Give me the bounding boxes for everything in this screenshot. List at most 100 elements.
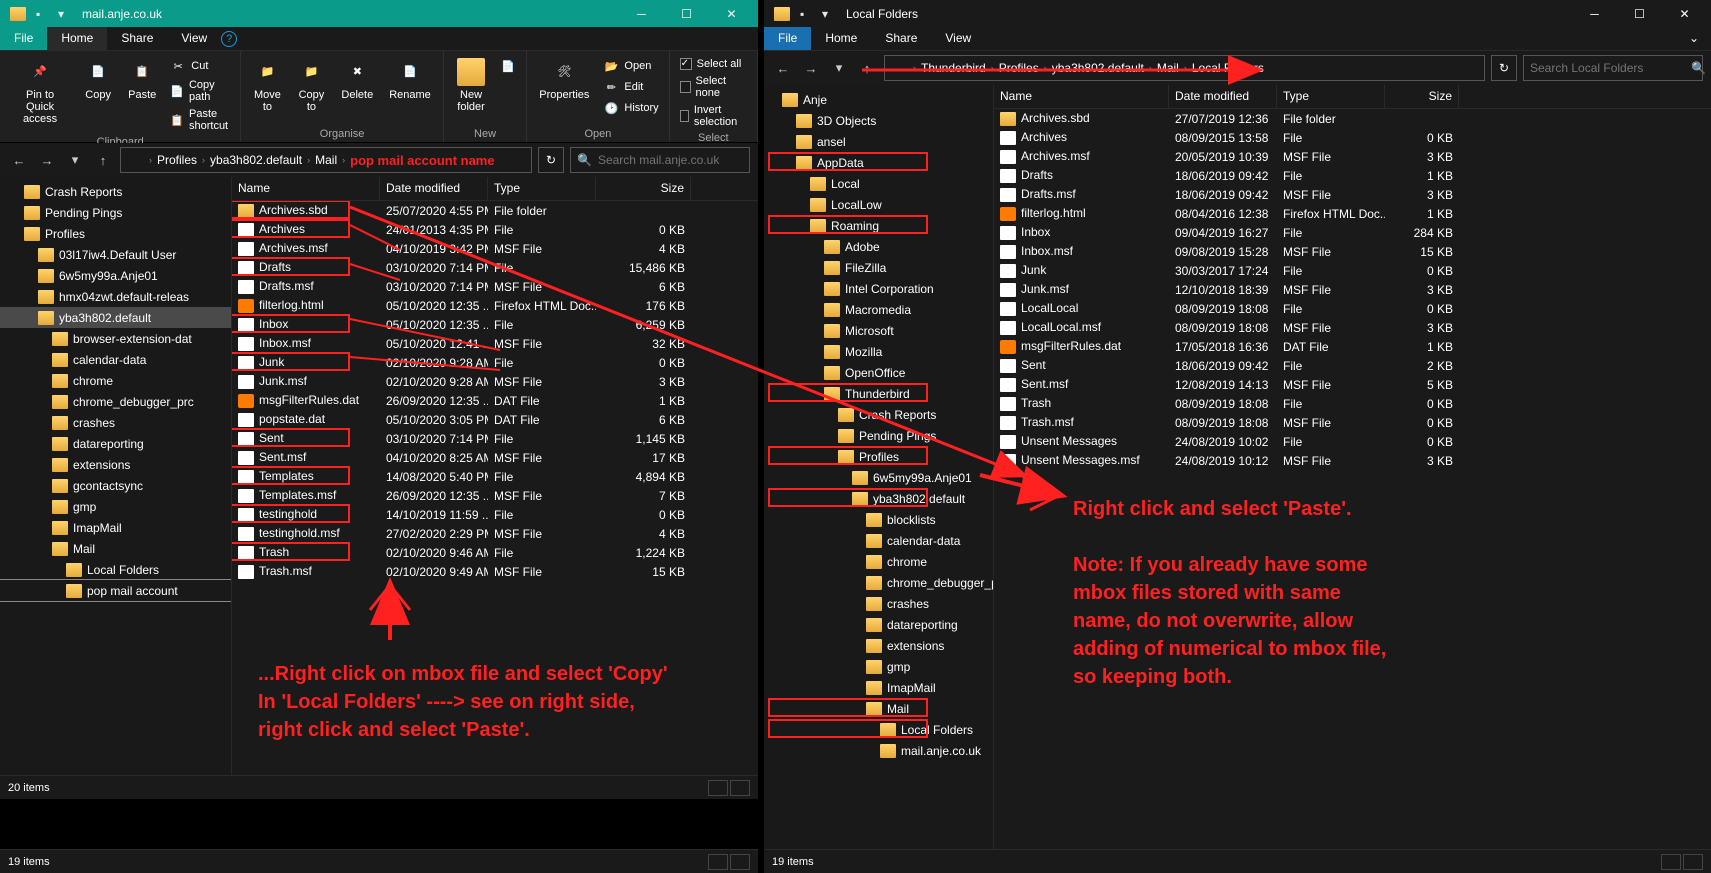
column-headers[interactable]: Name Date modified Type Size [232, 177, 758, 201]
table-row[interactable]: Trash08/09/2019 18:08File0 KB [994, 394, 1711, 413]
tree-item[interactable]: pop mail account [0, 580, 231, 601]
table-row[interactable]: Archives24/01/2013 4:35 PMFile0 KB [232, 220, 758, 239]
breadcrumb-path[interactable]: › Profiles› yba3h802.default› Mail› pop … [120, 147, 532, 173]
table-row[interactable]: LocalLocal08/09/2019 18:08File0 KB [994, 299, 1711, 318]
tree-item[interactable]: datareporting [764, 614, 993, 635]
tree-item[interactable]: ImapMail [764, 677, 993, 698]
tree-item[interactable]: Macromedia [764, 299, 993, 320]
tree-item[interactable]: blocklists [764, 509, 993, 530]
table-row[interactable]: Sent.msf04/10/2020 8:25 AMMSF File17 KB [232, 448, 758, 467]
refresh-button[interactable]: ↻ [538, 147, 564, 173]
view-details[interactable] [708, 780, 728, 796]
table-row[interactable]: Junk.msf12/10/2018 18:39MSF File3 KB [994, 280, 1711, 299]
tree-item[interactable]: ansel [764, 131, 993, 152]
tree-item[interactable]: Mozilla [764, 341, 993, 362]
tree-item[interactable]: chrome_debugger_prof [764, 572, 993, 593]
table-row[interactable]: filterlog.html08/04/2016 12:38Firefox HT… [994, 204, 1711, 223]
copypath-button[interactable]: 📄Copy path [166, 77, 234, 105]
folder-tree[interactable]: Crash ReportsPending PingsProfiles03l17i… [0, 177, 232, 775]
table-row[interactable]: popstate.dat05/10/2020 3:05 PMDAT File6 … [232, 410, 758, 429]
view-details[interactable] [1661, 854, 1681, 870]
newfolder-button[interactable]: New folder [450, 54, 492, 126]
tree-item[interactable]: Microsoft [764, 320, 993, 341]
shortcut-button[interactable]: 📋Paste shortcut [166, 106, 234, 134]
tree-item[interactable]: gmp [764, 656, 993, 677]
tree-item[interactable]: datareporting [0, 433, 231, 454]
tree-item[interactable]: AppData [764, 152, 993, 173]
properties-button[interactable]: 🛠Properties [533, 54, 595, 126]
tab-share[interactable]: Share [871, 27, 931, 50]
tree-item[interactable]: crashes [764, 593, 993, 614]
qat-icon[interactable]: ▪ [36, 7, 50, 21]
tree-item[interactable]: chrome_debugger_prc [0, 391, 231, 412]
tree-item[interactable]: Crash Reports [764, 404, 993, 425]
tab-view[interactable]: View [931, 27, 985, 50]
tree-item[interactable]: gmp [0, 496, 231, 517]
table-row[interactable]: Drafts.msf03/10/2020 7:14 PMMSF File6 KB [232, 277, 758, 296]
search-box[interactable]: 🔍 [1523, 55, 1703, 81]
minimize-button[interactable]: ─ [1572, 0, 1617, 27]
rename-button[interactable]: 📄Rename [383, 54, 437, 126]
table-row[interactable]: Drafts.msf18/06/2019 09:42MSF File3 KB [994, 185, 1711, 204]
selectall-button[interactable]: Select all [676, 56, 751, 72]
edit-button[interactable]: ✏Edit [599, 77, 662, 97]
tab-home[interactable]: Home [47, 27, 107, 50]
table-row[interactable]: Inbox09/04/2019 16:27File284 KB [994, 223, 1711, 242]
history-button[interactable]: 🕑History [599, 98, 662, 118]
tree-item[interactable]: yba3h802.default [764, 488, 993, 509]
tree-item[interactable]: yba3h802.default [0, 307, 231, 328]
table-row[interactable]: Drafts18/06/2019 09:42File1 KB [994, 166, 1711, 185]
close-button[interactable]: ✕ [709, 0, 754, 27]
table-row[interactable]: Archives.msf04/10/2019 3:42 PMMSF File4 … [232, 239, 758, 258]
invert-button[interactable]: Invert selection [676, 102, 751, 130]
recent-button[interactable]: ▾ [828, 57, 850, 79]
tree-item[interactable]: Pending Pings [764, 425, 993, 446]
tree-item[interactable]: crashes [0, 412, 231, 433]
qat-dropdown-icon[interactable]: ▾ [58, 7, 72, 21]
table-row[interactable]: Sent.msf12/08/2019 14:13MSF File5 KB [994, 375, 1711, 394]
qat-dropdown-icon[interactable]: ▾ [822, 7, 836, 21]
tree-item[interactable]: OpenOffice [764, 362, 993, 383]
tree-item[interactable]: Local Folders [764, 719, 993, 740]
table-row[interactable]: Archives.msf20/05/2019 10:39MSF File3 KB [994, 147, 1711, 166]
view-icons[interactable] [730, 780, 750, 796]
table-row[interactable]: testinghold.msf27/02/2020 2:29 PMMSF Fil… [232, 524, 758, 543]
table-row[interactable]: testinghold14/10/2019 11:59 ...File0 KB [232, 505, 758, 524]
tree-item[interactable]: LocalLow [764, 194, 993, 215]
up-button[interactable]: ↑ [92, 149, 114, 171]
view-icons[interactable] [1683, 854, 1703, 870]
tab-home[interactable]: Home [811, 27, 871, 50]
maximize-button[interactable]: ☐ [1617, 0, 1662, 27]
tree-item[interactable]: FileZilla [764, 257, 993, 278]
tab-file[interactable]: File [0, 27, 47, 50]
view-icons[interactable] [730, 854, 750, 870]
delete-button[interactable]: ✖Delete [335, 54, 379, 126]
tree-item[interactable]: calendar-data [764, 530, 993, 551]
table-row[interactable]: Sent03/10/2020 7:14 PMFile1,145 KB [232, 429, 758, 448]
tree-item[interactable]: hmx04zwt.default-releas [0, 286, 231, 307]
table-row[interactable]: msgFilterRules.dat17/05/2018 16:36DAT Fi… [994, 337, 1711, 356]
copy-button[interactable]: 📄Copy [78, 54, 118, 134]
tree-item[interactable]: Intel Corporation [764, 278, 993, 299]
table-row[interactable]: Templates.msf26/09/2020 12:35 ...MSF Fil… [232, 486, 758, 505]
table-row[interactable]: Inbox05/10/2020 12:35 ...File6,259 KB [232, 315, 758, 334]
tree-item[interactable]: gcontactsync [0, 475, 231, 496]
tree-item[interactable]: browser-extension-dat [0, 328, 231, 349]
table-row[interactable]: filterlog.html05/10/2020 12:35 ...Firefo… [232, 296, 758, 315]
ribbon-expand[interactable]: ⌄ [1677, 27, 1711, 50]
table-row[interactable]: Unsent Messages.msf24/08/2019 10:12MSF F… [994, 451, 1711, 470]
search-box[interactable]: 🔍 [570, 147, 750, 173]
tree-item[interactable]: 6w5my99a.Anje01 [764, 467, 993, 488]
tree-item[interactable]: extensions [0, 454, 231, 475]
tree-item[interactable]: 3D Objects [764, 110, 993, 131]
table-row[interactable]: Trash02/10/2020 9:46 AMFile1,224 KB [232, 543, 758, 562]
folder-tree[interactable]: Anje3D ObjectsanselAppDataLocalLocalLowR… [764, 85, 994, 849]
minimize-button[interactable]: ─ [619, 0, 664, 27]
tab-file[interactable]: File [764, 27, 811, 50]
tree-item[interactable]: Pending Pings [0, 202, 231, 223]
tree-item[interactable]: 03l17iw4.Default User [0, 244, 231, 265]
tab-view[interactable]: View [167, 27, 221, 50]
help-button[interactable]: ? [221, 31, 237, 47]
table-row[interactable]: Junk02/10/2020 9:28 AMFile0 KB [232, 353, 758, 372]
tree-item[interactable]: 6w5my99a.Anje01 [0, 265, 231, 286]
